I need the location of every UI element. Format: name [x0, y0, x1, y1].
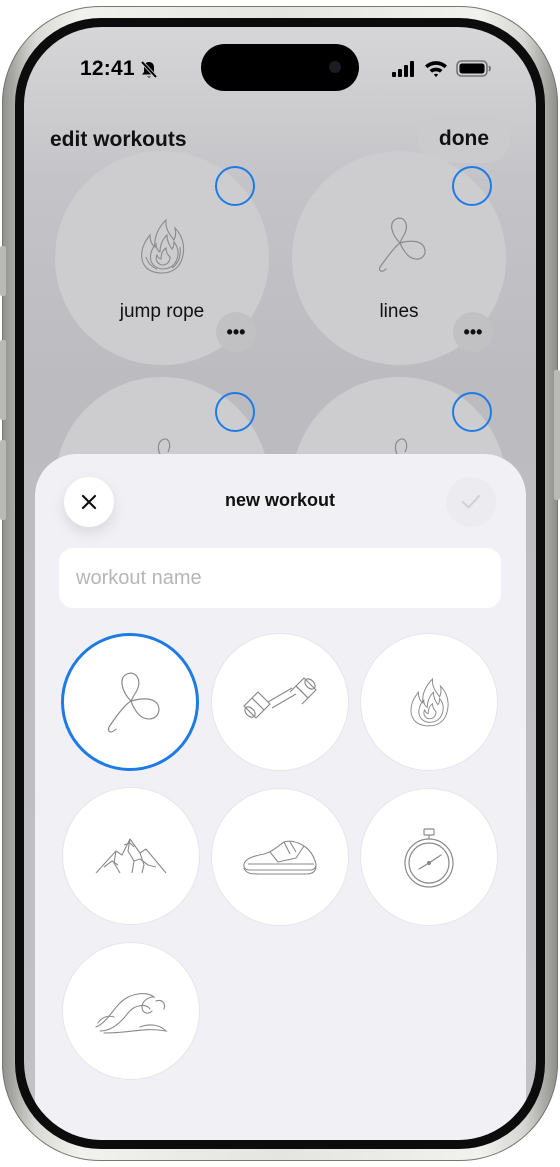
- confirm-button[interactable]: [446, 477, 496, 527]
- status-time: 12:41: [80, 57, 135, 80]
- bell-slash-icon: [140, 60, 158, 79]
- icon-option-wave[interactable]: [63, 943, 199, 1079]
- infinity-loop-icon: [107, 672, 160, 733]
- page-title: edit workouts: [50, 128, 187, 151]
- icon-option-dumbbell[interactable]: [212, 634, 348, 770]
- volume-down-button: [0, 440, 6, 520]
- icon-option-stopwatch[interactable]: [361, 789, 497, 925]
- icon-option-sneaker[interactable]: [212, 789, 348, 925]
- cellular-signal-icon: [392, 61, 414, 77]
- close-button[interactable]: [64, 477, 114, 527]
- ellipsis-icon: •••: [226, 321, 246, 342]
- workout-name-input[interactable]: [59, 548, 501, 608]
- power-button: [554, 370, 560, 500]
- select-toggle[interactable]: [452, 392, 492, 432]
- icon-option-mountain[interactable]: [63, 788, 199, 924]
- front-camera: [329, 61, 341, 73]
- flame-icon: [141, 218, 185, 274]
- volume-up-button: [0, 340, 6, 420]
- select-toggle[interactable]: [452, 166, 492, 206]
- select-toggle[interactable]: [215, 166, 255, 206]
- select-toggle[interactable]: [215, 392, 255, 432]
- icon-option-flame[interactable]: [361, 634, 497, 770]
- wifi-icon: [425, 61, 447, 77]
- stopwatch-icon: [404, 828, 454, 888]
- more-options-button[interactable]: •••: [216, 312, 256, 352]
- checkmark-icon: [462, 495, 480, 509]
- battery-icon: [456, 60, 491, 77]
- more-options-button[interactable]: •••: [453, 312, 493, 352]
- dumbbell-icon: [243, 677, 317, 719]
- wave-icon: [95, 993, 168, 1034]
- action-button: [0, 246, 6, 296]
- sheet-title: new workout: [224, 490, 335, 510]
- close-icon: [81, 494, 97, 510]
- icon-option-infinity-loop[interactable]: [61, 633, 199, 771]
- screen: 12:41 edit workouts done jump rope ••• l…: [24, 27, 536, 1140]
- infinity-loop-icon: [378, 217, 426, 272]
- mountain-icon: [95, 838, 167, 874]
- sneaker-icon: [243, 840, 317, 875]
- flame-icon: [410, 677, 449, 727]
- ellipsis-icon: •••: [463, 321, 483, 342]
